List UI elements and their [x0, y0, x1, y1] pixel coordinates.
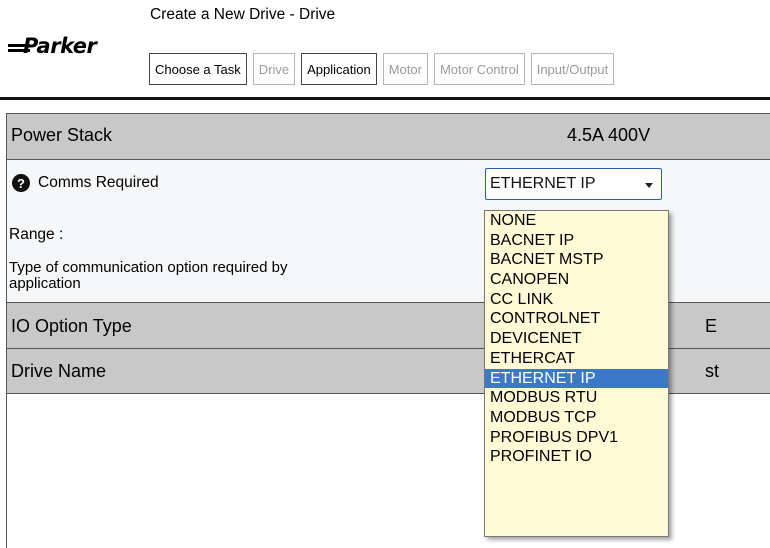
dropdown-option-ethernet-ip[interactable]: ETHERNET IP	[485, 368, 668, 389]
dropdown-option-bacnet-mstp[interactable]: BACNET MSTP	[485, 250, 668, 270]
wizard-tabs: Choose a Task Drive Application Motor Mo…	[149, 53, 620, 85]
parker-logo: Parker	[5, 30, 123, 70]
comms-required-label: Comms Required	[38, 174, 159, 191]
dropdown-option-devicenet[interactable]: DEVICENET	[485, 329, 668, 349]
dropdown-option-bacnet-ip[interactable]: BACNET IP	[485, 231, 668, 251]
dropdown-option-modbus-tcp[interactable]: MODBUS TCP	[485, 408, 668, 428]
power-stack-value: 4.5A 400V	[567, 125, 651, 145]
dropdown-option-canopen[interactable]: CANOPEN	[485, 270, 668, 290]
chevron-down-icon	[645, 183, 653, 188]
dropdown-option-none[interactable]: NONE	[485, 211, 668, 231]
header-divider	[0, 97, 770, 100]
comms-description: Type of communication option required by…	[9, 259, 288, 292]
dropdown-option-modbus-rtu[interactable]: MODBUS RTU	[485, 388, 668, 408]
page-title: Create a New Drive - Drive	[150, 6, 336, 23]
dropdown-option-controlnet[interactable]: CONTROLNET	[485, 309, 668, 329]
dropdown-option-profinet-io[interactable]: PROFINET IO	[485, 447, 668, 467]
power-stack-row: Power Stack 4.5A 400V	[7, 114, 770, 160]
tab-application[interactable]: Application	[301, 53, 377, 85]
logo-text: Parker	[23, 34, 97, 58]
dropdown-option-ethercat[interactable]: ETHERCAT	[485, 349, 668, 369]
tab-choose-a-task[interactable]: Choose a Task	[149, 53, 247, 85]
tab-motor: Motor	[382, 53, 428, 85]
comms-dropdown-list: NONE BACNET IP BACNET MSTP CANOPEN CC LI…	[484, 210, 669, 537]
drive-name-label: Drive Name	[11, 361, 107, 381]
dropdown-option-cc-link[interactable]: CC LINK	[485, 290, 668, 310]
range-label: Range :	[9, 226, 64, 243]
drive-name-value: st	[705, 361, 720, 381]
io-option-type-label: IO Option Type	[11, 316, 132, 336]
help-icon[interactable]: ?	[12, 174, 30, 192]
io-option-type-value: E	[705, 316, 718, 336]
power-stack-label: Power Stack	[11, 125, 113, 145]
tab-motor-control: Motor Control	[433, 53, 525, 85]
tab-drive: Drive	[252, 53, 296, 85]
dropdown-option-profibus-dpv1[interactable]: PROFIBUS DPV1	[485, 428, 668, 448]
tab-input-output: Input/Output	[530, 53, 615, 85]
comms-required-select[interactable]: ETHERNET IP	[485, 168, 662, 200]
comms-selected-value: ETHERNET IP	[490, 175, 596, 192]
